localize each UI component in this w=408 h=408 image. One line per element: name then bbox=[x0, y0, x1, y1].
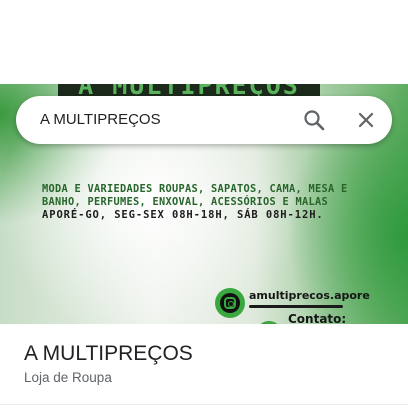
search-input[interactable]: A MULTIPREÇOS bbox=[40, 96, 161, 144]
photo-promo-text: MODA E VARIEDADES ROUPAS, SAPATOS, CAMA,… bbox=[42, 183, 392, 222]
handle-underline bbox=[249, 305, 343, 308]
divider bbox=[0, 404, 408, 405]
place-info-panel[interactable]: A MULTIPREÇOS Loja de Roupa bbox=[0, 324, 408, 408]
instagram-handle: amultiprecos.apore bbox=[249, 289, 370, 302]
search-bar[interactable]: A MULTIPREÇOS bbox=[16, 96, 392, 144]
instagram-icon bbox=[215, 288, 245, 318]
place-category: Loja de Roupa bbox=[24, 370, 112, 385]
promo-line: MODA E VARIEDADES ROUPAS, SAPATOS, CAMA,… bbox=[42, 183, 348, 195]
close-icon[interactable] bbox=[352, 106, 380, 134]
promo-hours: APORÉ-GO, SEG-SEX 08H-18H, SÁB 08H-12H. bbox=[42, 209, 324, 221]
promo-line: BANHO, PERFUMES, ENXOVAL, ACESSÓRIOS E M… bbox=[42, 196, 328, 208]
place-title: A MULTIPREÇOS bbox=[24, 342, 193, 365]
contact-label: Contato: bbox=[288, 312, 347, 324]
search-icon[interactable] bbox=[300, 106, 328, 134]
